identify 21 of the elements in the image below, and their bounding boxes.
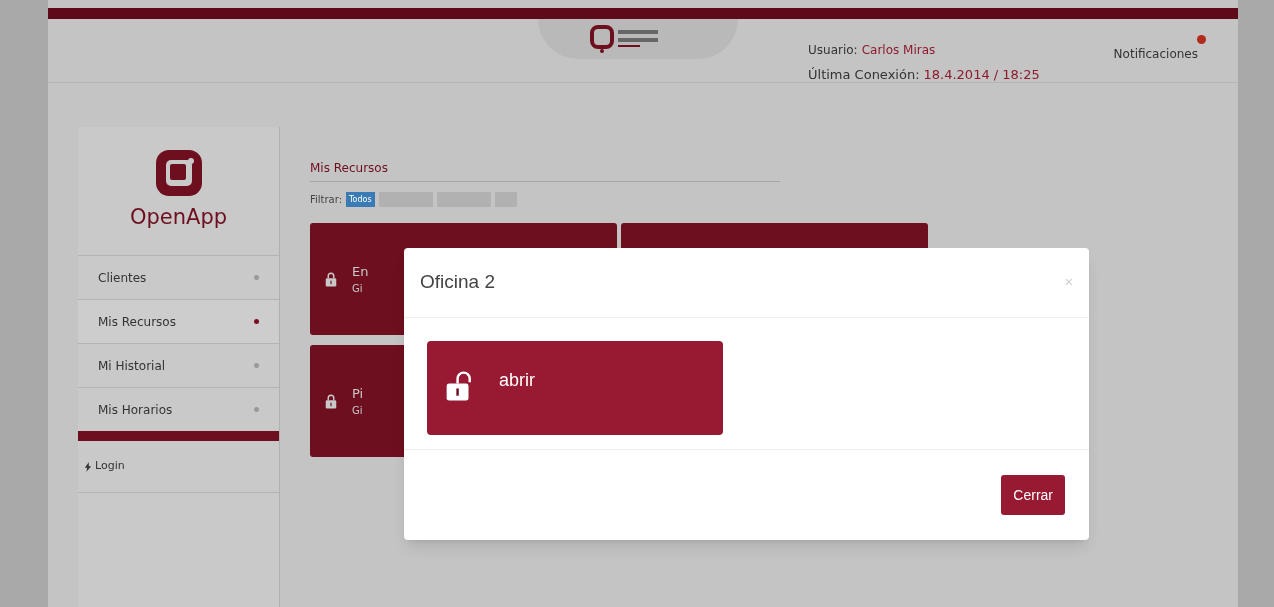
lightning-icon (84, 461, 92, 472)
card-title: En (352, 262, 369, 281)
modal-title: Oficina 2 (420, 270, 495, 295)
user-name: Carlos Miras (861, 42, 936, 59)
filter-label: Filtrar: (310, 193, 343, 207)
user-label: Usuario: (808, 42, 858, 59)
close-dialog-button[interactable]: Cerrar (1001, 475, 1065, 515)
section-title: Mis Recursos (310, 159, 780, 182)
login-link[interactable]: Login (95, 458, 125, 475)
app-logo-icon (153, 148, 204, 199)
open-button[interactable]: abrir (427, 341, 723, 435)
sidebar-item[interactable]: Mis Recursos (78, 299, 279, 343)
card-title: Pi (352, 384, 364, 403)
card-subtitle: Gi (352, 404, 364, 419)
sidebar-item[interactable]: Mi Historial (78, 343, 279, 387)
last-connection-label: Última Conexión: (808, 66, 920, 84)
filter-chip[interactable]: Todos (346, 192, 375, 207)
card-subtitle: Gi (352, 282, 364, 297)
last-connection-value: 18.4.2014 / 18:25 (923, 66, 1040, 84)
app-name: OpenApp (129, 204, 228, 232)
notifications-link[interactable]: Notificaciones (1113, 47, 1198, 61)
